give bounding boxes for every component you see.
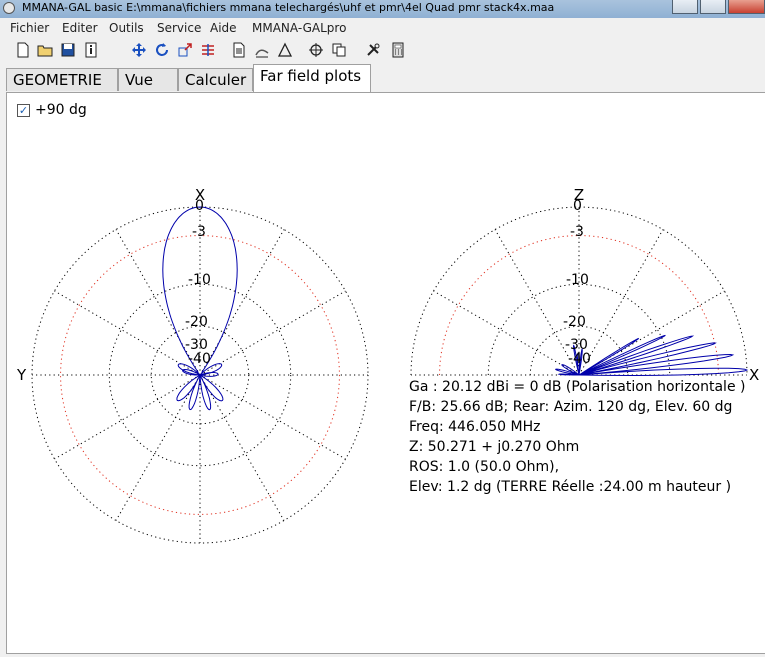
tab-far-field-plots[interactable]: Far field plots: [253, 64, 371, 92]
right-ring-label-10: -10: [566, 272, 589, 288]
app-icon[interactable]: [3, 2, 15, 14]
right-grid-spoke: [494, 229, 580, 376]
left-grid-spoke: [199, 229, 285, 376]
tab-vue[interactable]: Vue: [118, 68, 178, 91]
toolbar: [0, 38, 765, 64]
open-folder-icon[interactable]: [37, 42, 53, 58]
elevation-readout: Elev: 1.2 dg (TERRE Réelle :24.00 m haut…: [409, 479, 732, 495]
segments-icon[interactable]: [200, 42, 216, 58]
minimize-button[interactable]: [672, 0, 698, 14]
left-grid-spoke: [199, 290, 346, 376]
right-axis-right-label: X: [749, 366, 759, 384]
calculator-icon[interactable]: [390, 42, 406, 58]
menu-service[interactable]: Service: [157, 21, 201, 35]
tab-bar: GEOMETRIE Vue Calculer Far field plots: [0, 64, 765, 92]
window-title: MMANA-GAL basic E:\mmana\fichiers mmana …: [22, 1, 555, 14]
left-ring-label-10: -10: [188, 272, 211, 288]
target-icon[interactable]: [308, 42, 324, 58]
menu-mmana-galpro[interactable]: MMANA-GALpro: [252, 21, 346, 35]
impedance-readout: Z: 50.271 + j0.270 Ohm: [409, 439, 580, 455]
maximize-button[interactable]: [700, 0, 726, 14]
tools-icon[interactable]: [365, 42, 381, 58]
menu-bar: Fichier Editer Outils Service Aide MMANA…: [0, 18, 765, 38]
horizontal-pattern-plot: X Y 0 -3 -10 -20 -30 -40: [16, 186, 369, 544]
left-axis-left-label: Y: [16, 366, 27, 384]
right-grid-spoke: [578, 229, 664, 376]
left-grid-spoke: [115, 374, 201, 521]
left-grid-spoke: [199, 374, 285, 521]
vertical-pattern-plot: Z X 0 -3 -10 -20 -30 -40: [410, 186, 759, 384]
right-ring-label-40: -40: [568, 351, 591, 367]
save-icon[interactable]: [60, 42, 76, 58]
draw-icon[interactable]: [254, 42, 270, 58]
rotate-icon[interactable]: [154, 42, 170, 58]
new-file-icon[interactable]: [15, 42, 31, 58]
triangle-icon[interactable]: [277, 42, 293, 58]
menu-fichier[interactable]: Fichier: [10, 21, 49, 35]
title-bar: MMANA-GAL basic E:\mmana\fichiers mmana …: [0, 0, 765, 18]
gain-readout: Ga : 20.12 dBi = 0 dB (Polarisation hori…: [409, 379, 746, 395]
left-ring-label-0: 0: [195, 198, 204, 214]
right-ring-label-0: 0: [573, 198, 582, 214]
zoom-icon[interactable]: [177, 42, 193, 58]
left-ring-label-3: -3: [192, 224, 206, 240]
front-back-readout: F/B: 25.66 dB; Rear: Azim. 120 dg, Elev.…: [409, 399, 733, 415]
tab-calculer[interactable]: Calculer: [178, 68, 253, 91]
left-grid-spoke: [199, 374, 346, 460]
copy-icon[interactable]: [331, 42, 347, 58]
menu-editer[interactable]: Editer: [62, 21, 98, 35]
menu-outils[interactable]: Outils: [109, 21, 144, 35]
document-icon[interactable]: [231, 42, 247, 58]
frequency-readout: Freq: 446.050 MHz: [409, 419, 541, 435]
move-icon[interactable]: [131, 42, 147, 58]
menu-aide[interactable]: Aide: [210, 21, 237, 35]
right-grid-spoke: [433, 290, 580, 376]
swr-readout: ROS: 1.0 (50.0 Ohm),: [409, 459, 560, 475]
left-ring-label-20: -20: [185, 314, 208, 330]
right-ring-label-3: -3: [570, 224, 584, 240]
close-button[interactable]: [728, 0, 765, 14]
left-grid-spoke: [54, 374, 201, 460]
far-field-plots: X Y 0 -3 -10 -20 -30 -40 Z X 0 -3 -10 -2…: [16, 186, 759, 544]
left-grid-spoke: [54, 290, 201, 376]
right-ring-label-20: -20: [563, 314, 586, 330]
tab-geometrie[interactable]: GEOMETRIE: [6, 68, 118, 91]
info-icon[interactable]: [83, 42, 99, 58]
left-ring-label-40: -40: [188, 351, 211, 367]
far-field-panel: ✓ +90 dg X Y 0 -3 -10 -20 -30 -40 Z X 0 …: [6, 92, 765, 654]
